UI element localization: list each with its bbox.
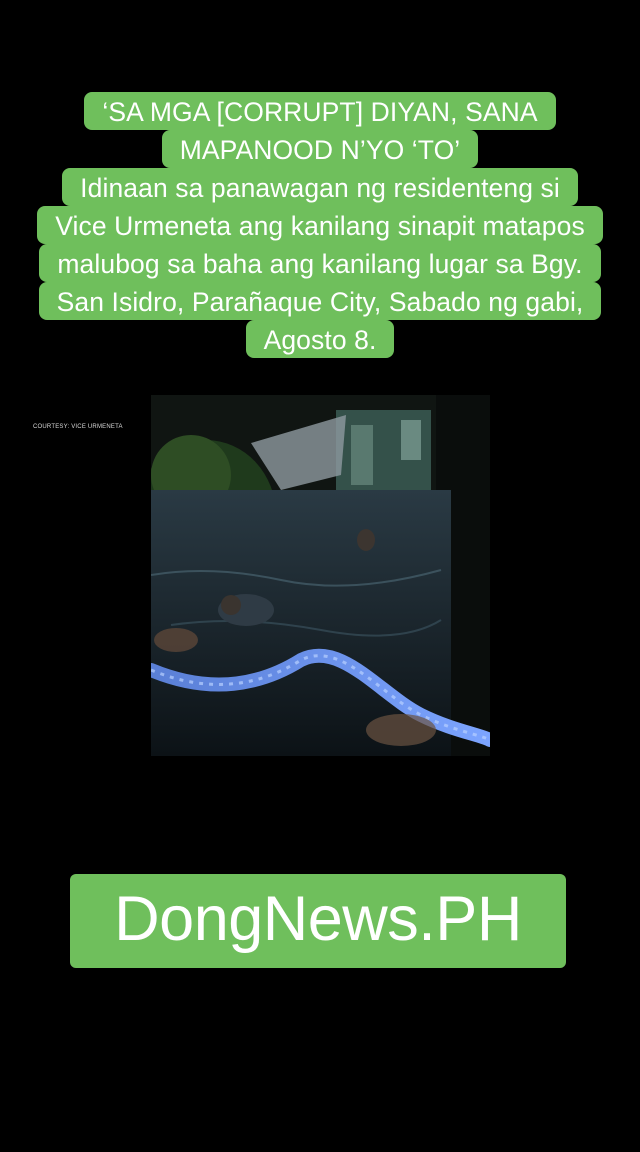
caption-line: MAPANOOD N’YO ‘TO’ xyxy=(161,130,479,168)
flood-video-frame[interactable] xyxy=(151,395,490,756)
headline-caption: ‘SA MGA [CORRUPT] DIYAN, SANA MAPANOOD N… xyxy=(0,92,640,358)
caption-line: ‘SA MGA [CORRUPT] DIYAN, SANA xyxy=(84,92,556,130)
caption-line: Idinaan sa panawagan ng residenteng si xyxy=(62,168,578,206)
dongnews-brand-banner: DongNews.PH xyxy=(70,874,566,968)
courtesy-credit: COURTESY: VICE URMENETA xyxy=(33,424,123,430)
caption-line: San Isidro, Parañaque City, Sabado ng ga… xyxy=(38,282,602,320)
caption-line: Agosto 8. xyxy=(245,320,395,358)
flood-scene-image xyxy=(151,395,490,756)
caption-line: Vice Urmeneta ang kanilang sinapit matap… xyxy=(37,206,603,244)
video-post-screen: ‘SA MGA [CORRUPT] DIYAN, SANA MAPANOOD N… xyxy=(0,0,640,1152)
caption-line: malubog sa baha ang kanilang lugar sa Bg… xyxy=(39,244,601,282)
